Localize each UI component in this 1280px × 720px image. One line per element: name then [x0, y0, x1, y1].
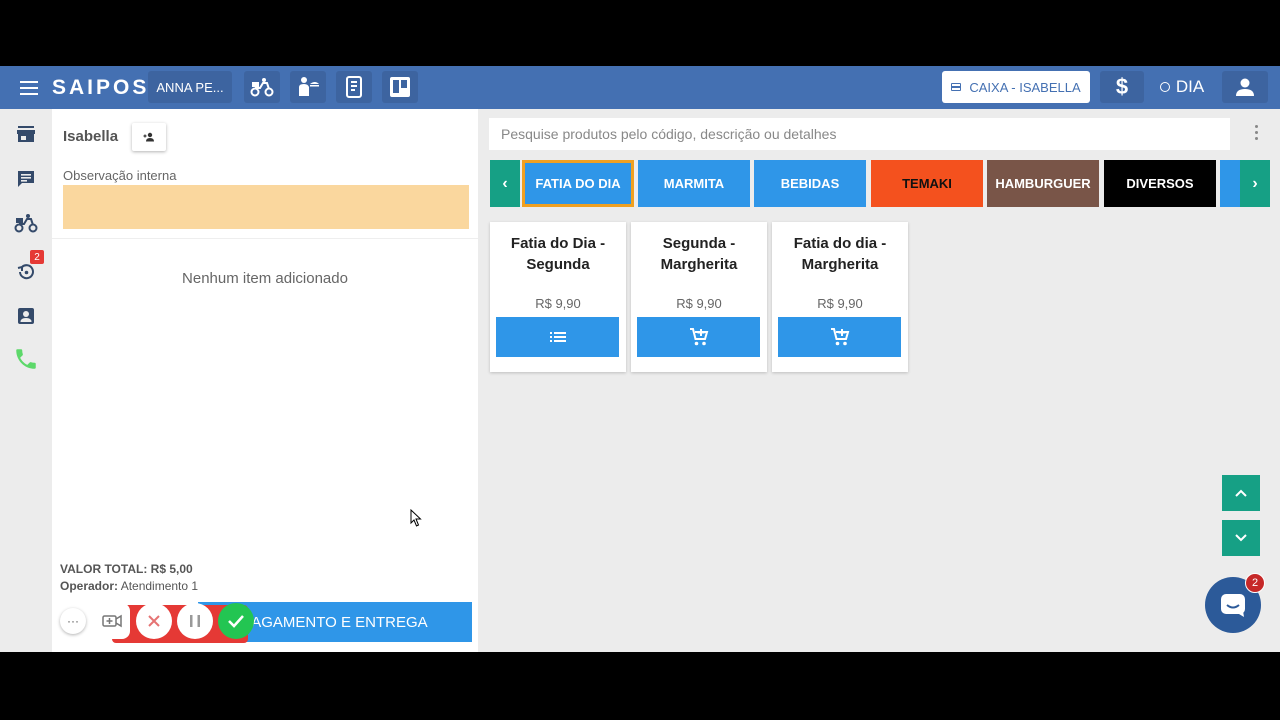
- add-to-cart-button[interactable]: [778, 317, 901, 357]
- history-icon[interactable]: 2: [12, 250, 44, 286]
- product-price: R$ 9,90: [676, 296, 722, 311]
- list-icon: [549, 332, 566, 342]
- internal-note-label: Observação interna: [63, 168, 177, 183]
- category-tab-hamburguer[interactable]: HAMBURGUER: [987, 160, 1099, 207]
- dollar-icon[interactable]: $: [1100, 71, 1144, 103]
- category-tab-bebidas[interactable]: BEBIDAS: [754, 160, 866, 207]
- more-options-icon[interactable]: ···: [60, 608, 86, 634]
- confirm-check-icon[interactable]: [218, 603, 254, 639]
- delivery-icon[interactable]: [12, 209, 40, 237]
- top-bar: SAIPOS ANNA PE... CAIXA - ISABELLA $ DIA: [0, 66, 1280, 109]
- saipos-logo: SAIPOS: [52, 76, 150, 99]
- chat-unread-badge: 2: [1245, 573, 1265, 593]
- order-panel: Isabella Observação interna Nenhum item …: [52, 109, 478, 652]
- internal-note-field[interactable]: [63, 185, 469, 229]
- delivery-scooter-icon[interactable]: [244, 71, 280, 103]
- operator-label: Operador:: [60, 579, 119, 593]
- more-vert-icon[interactable]: [1248, 125, 1264, 145]
- chevron-left-icon[interactable]: ‹: [490, 160, 520, 207]
- product-price: R$ 9,90: [817, 296, 863, 311]
- cash-register-button[interactable]: CAIXA - ISABELLA: [942, 71, 1090, 103]
- product-card: Fatia do dia - Margherita R$ 9,90: [772, 222, 908, 372]
- cart-add-icon: [830, 328, 849, 346]
- add-to-cart-button[interactable]: [637, 317, 760, 357]
- contacts-icon[interactable]: [12, 302, 40, 330]
- customer-name: Isabella: [63, 128, 119, 145]
- credit-card-icon: [951, 83, 962, 91]
- hangup-close-icon[interactable]: [136, 603, 172, 639]
- scroll-down-chevron-icon[interactable]: [1222, 520, 1260, 556]
- operator-name: Atendimento 1: [120, 579, 199, 593]
- order-total: VALOR TOTAL: R$ 5,00: [60, 562, 193, 576]
- category-tab-fatia-do-dia[interactable]: FATIA DO DIA: [522, 160, 634, 207]
- divider: [52, 238, 478, 239]
- phone-icon[interactable]: [12, 345, 40, 373]
- mouse-cursor-icon: [410, 509, 422, 527]
- store-selector-button[interactable]: ANNA PE...: [148, 71, 232, 103]
- app-window: SAIPOS ANNA PE... CAIXA - ISABELLA $ DIA: [0, 66, 1280, 652]
- call-controls: ···: [60, 602, 254, 643]
- kanban-board-icon[interactable]: [382, 71, 418, 103]
- store-icon[interactable]: [12, 120, 40, 148]
- chat-messages-icon[interactable]: [12, 165, 40, 193]
- period-selector[interactable]: DIA: [1152, 71, 1212, 103]
- waiter-service-icon[interactable]: [290, 71, 326, 103]
- product-card: Segunda - Margherita R$ 9,90: [631, 222, 767, 372]
- history-badge: 2: [30, 250, 44, 264]
- table-order-icon[interactable]: [336, 71, 372, 103]
- product-name: Fatia do Dia - Segunda: [510, 235, 606, 273]
- chevron-right-icon[interactable]: ›: [1240, 160, 1270, 207]
- empty-items-message: Nenhum item adicionado: [182, 270, 348, 287]
- period-label: DIA: [1175, 77, 1205, 96]
- cart-add-icon: [689, 328, 708, 346]
- product-area: ‹ FATIA DO DIA MARMITA BEBIDAS TEMAKI HA…: [478, 109, 1280, 652]
- timer-icon: [1159, 82, 1170, 92]
- operator-info: Operador: Atendimento 1: [60, 579, 198, 593]
- category-tab-diversos[interactable]: DIVERSOS: [1104, 160, 1216, 207]
- change-customer-icon[interactable]: [132, 123, 166, 151]
- product-name: Segunda - Margherita: [660, 235, 738, 273]
- category-tab-temaki[interactable]: TEMAKI: [871, 160, 983, 207]
- cash-register-label: CAIXA - ISABELLA: [969, 79, 1081, 95]
- category-tab-partial[interactable]: [1220, 160, 1240, 207]
- user-account-icon[interactable]: [1222, 71, 1268, 103]
- category-tab-marmita[interactable]: MARMITA: [638, 160, 750, 207]
- hamburger-menu-icon[interactable]: [14, 76, 44, 100]
- pause-icon[interactable]: [177, 603, 213, 639]
- product-card: Fatia do Dia - Segunda R$ 9,90: [490, 222, 626, 372]
- scroll-up-chevron-icon[interactable]: [1222, 475, 1260, 511]
- category-bar: ‹ FATIA DO DIA MARMITA BEBIDAS TEMAKI HA…: [490, 160, 1270, 208]
- product-price: R$ 9,90: [535, 296, 581, 311]
- product-options-button[interactable]: [496, 317, 619, 357]
- left-sidebar: 2: [0, 109, 52, 652]
- support-chat-icon[interactable]: 2: [1205, 573, 1265, 633]
- video-add-icon[interactable]: [94, 603, 130, 639]
- product-search-input[interactable]: [489, 118, 1230, 150]
- product-name: Fatia do dia - Margherita: [793, 235, 887, 273]
